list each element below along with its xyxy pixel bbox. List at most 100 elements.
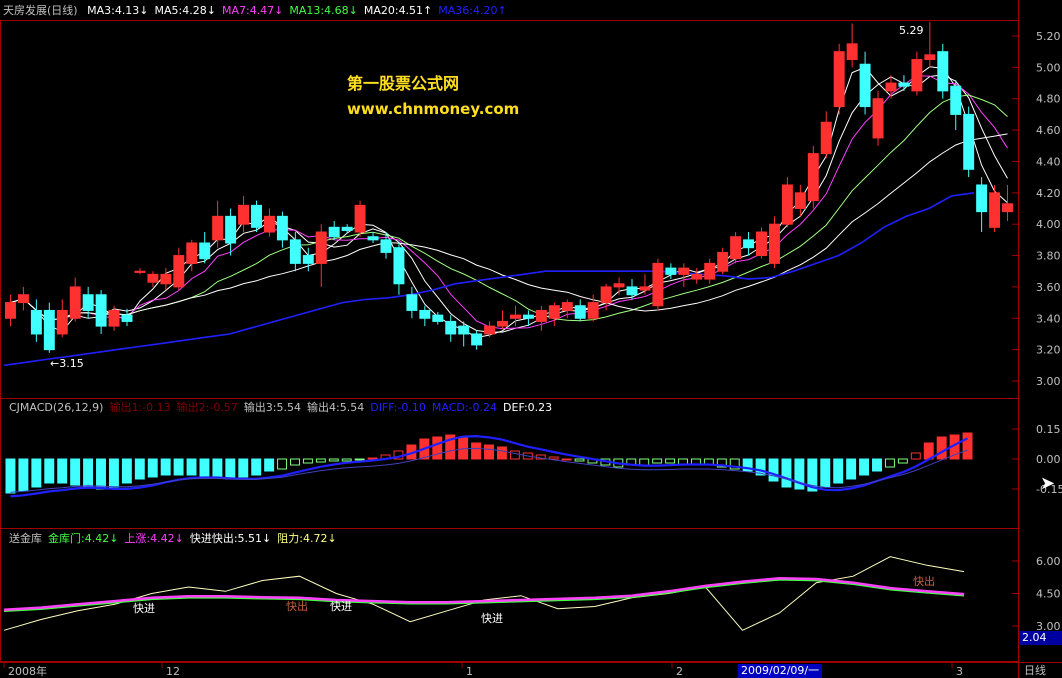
macd-legend-item: 输出3:5.54 [243, 401, 302, 414]
period-button[interactable]: 日线 [1024, 664, 1046, 678]
mouse-cursor-icon: ➤ [1040, 473, 1056, 494]
candle-body [160, 273, 172, 285]
macd-bar [897, 458, 908, 464]
candle-body [43, 309, 55, 351]
y-tick-label: 4.20 [1036, 187, 1061, 200]
candle-body [471, 333, 483, 346]
macd-legend-item: CJMACD(26,12,9) [9, 401, 104, 414]
candle-body [186, 242, 198, 264]
candle-body [147, 273, 159, 283]
macd-bar [484, 444, 494, 460]
macd-bar [341, 458, 352, 462]
macd-bar [354, 458, 365, 461]
macd-bar [186, 458, 197, 476]
candle-body [678, 267, 690, 275]
stock-chart-canvas[interactable]: 5.20 5.00 4.80 4.60 4.40 4.20 4.00 3.80 3.60 3.40… [0, 0, 1062, 678]
main-legend-item: MA20:4.51↑ [363, 4, 433, 17]
macd-bar [665, 458, 676, 464]
candle-body [807, 153, 819, 202]
macd-bar [768, 458, 779, 482]
candle-body [768, 223, 780, 264]
candle-body [419, 309, 431, 319]
candle-body [212, 215, 224, 241]
candle-body [522, 314, 534, 319]
macd-bar [574, 458, 585, 462]
candle-body [652, 262, 664, 307]
macd-legend-item: DEF:0.23 [503, 401, 553, 414]
macd-bar [147, 458, 158, 478]
candle-body [717, 251, 729, 272]
macd-bar [251, 458, 262, 476]
y-tick-label: 5.20 [1036, 30, 1061, 43]
y-tick-label: 3.80 [1036, 250, 1061, 263]
candle-body [315, 231, 327, 264]
macd-bar [18, 458, 29, 492]
macd-bar [134, 458, 145, 480]
candle-body [393, 247, 405, 285]
candle-body [794, 192, 806, 209]
y-tick-label: 6.00 [1036, 555, 1061, 568]
ma20-line [10, 133, 1008, 321]
candle-body [510, 314, 521, 319]
candle-body [600, 286, 612, 304]
candle-body [989, 192, 1001, 228]
macd-bar [548, 456, 559, 460]
lower-legend-item: 阻力:4.72↓ [277, 532, 337, 545]
candle-body [626, 286, 638, 296]
candle-body [846, 43, 858, 61]
candle-body [108, 309, 120, 327]
candle-body [341, 226, 353, 231]
candle-body [574, 305, 586, 319]
lower-indicator-panel: 6.004.503.00快进 快出 快进快进快出 [3, 555, 1061, 633]
macd-bar [678, 458, 688, 465]
macd-bar [639, 458, 650, 466]
candle-body [302, 255, 314, 264]
main-legend-item: MA7:4.47↓ [221, 4, 284, 17]
main-price-panel: 5.20 5.00 4.80 4.60 4.40 4.20 4.00 3.80 3.60 3.40… [3, 21, 1061, 388]
macd-bar [160, 458, 171, 476]
candle-body [30, 309, 42, 335]
macd-bar [70, 458, 81, 486]
macd-bar [496, 446, 507, 460]
macd-bar [820, 458, 831, 488]
macd-legend-item: DIFF:-0.10 [370, 401, 426, 414]
macd-bar [5, 458, 16, 494]
candle-body [730, 236, 742, 260]
panel-frames [0, 0, 1062, 678]
macd-legend-item: MACD:-0.24 [431, 401, 498, 414]
candle-body [587, 302, 599, 319]
y-tick-label: 3.40 [1036, 312, 1061, 325]
candle-body [458, 325, 470, 335]
candle-body [56, 309, 68, 335]
watermark-url: www.chnmoney.com [347, 100, 520, 118]
macd-bar [31, 458, 42, 488]
candle-body [535, 309, 547, 322]
candle-body [1002, 203, 1013, 213]
macd-bar [302, 458, 313, 464]
x-tick-label: 1 [466, 665, 473, 678]
macd-bar [96, 458, 106, 490]
candle-body [820, 121, 832, 155]
y-tick-label: 0.15 [1036, 423, 1061, 436]
candle-body [963, 113, 975, 170]
candle-body [781, 184, 793, 225]
macd-bar [108, 458, 119, 488]
candle-body [885, 82, 897, 92]
macd-bar [859, 458, 870, 476]
macd-panel: 0.150.00-0.15 [5, 423, 1062, 498]
current-value-box: 2.04 [1019, 631, 1062, 645]
macd-bar [277, 458, 288, 470]
candle-body [367, 236, 379, 241]
macd-legend: CJMACD(26,12,9) 输出1:-0.13 输出2:-0.57 输出3:5.5… [3, 401, 552, 414]
candle-body [173, 255, 185, 288]
x-tick-label: 2 [676, 665, 683, 678]
y-tick-label: 4.40 [1036, 155, 1061, 168]
y-tick-label: 4.00 [1036, 218, 1061, 231]
candle-body [756, 231, 767, 257]
candle-body [17, 294, 29, 304]
signal-label: 快出 [913, 574, 935, 588]
candle-body [225, 215, 237, 244]
candle-body [950, 85, 962, 115]
stock-name: 天房发展 [3, 4, 47, 17]
candle-body [354, 204, 366, 233]
